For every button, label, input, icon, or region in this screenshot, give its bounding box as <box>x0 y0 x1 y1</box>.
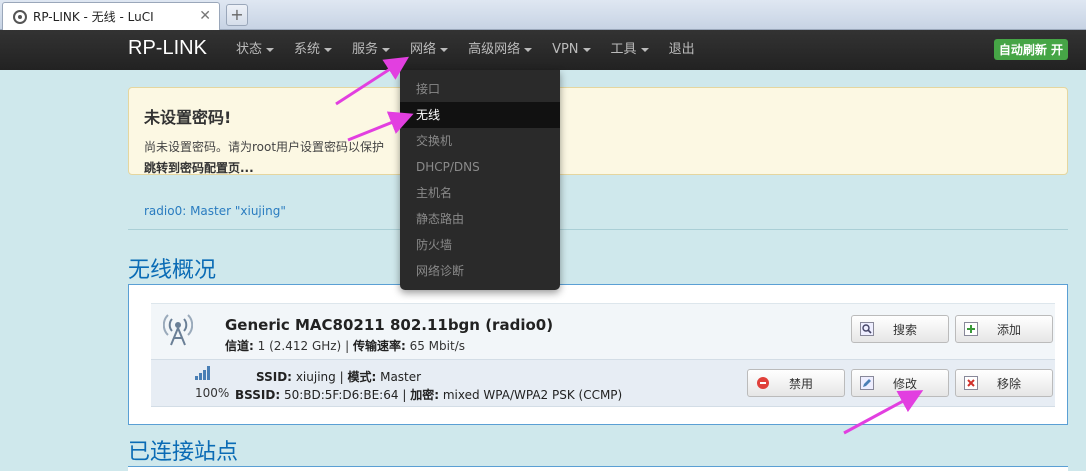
browser-tab-strip: RP-LINK - 无线 - LuCI ✕ + <box>0 0 1086 30</box>
scan-button[interactable]: 搜索 <box>851 315 949 343</box>
menu-services[interactable]: 服务 <box>352 30 391 70</box>
menu-label: 网络 <box>410 42 437 57</box>
edit-icon <box>860 376 874 390</box>
menu-label: VPN <box>552 42 579 57</box>
wireless-overview-panel: Generic MAC80211 802.11bgn (radio0) 信道: … <box>128 284 1068 425</box>
dropdown-item-firewall[interactable]: 防火墙 <box>400 232 560 258</box>
menu-advanced-network[interactable]: 高级网络 <box>468 30 533 70</box>
menu-label: 工具 <box>610 42 637 57</box>
caret-down-icon <box>266 47 275 52</box>
encryption-value: mixed WPA/WPA2 PSK (CCMP) <box>442 388 623 402</box>
edit-button[interactable]: 修改 <box>851 369 949 397</box>
add-icon <box>964 322 978 336</box>
device-name: Generic MAC80211 802.11bgn (radio0) <box>225 316 554 334</box>
mode-label: 模式: <box>347 370 377 384</box>
bssid-line: BSSID: 50:BD:5F:D6:BE:64 | 加密: mixed WPA… <box>235 386 622 403</box>
menu-vpn[interactable]: VPN <box>552 30 591 70</box>
browser-tab-title: RP-LINK - 无线 - LuCI <box>33 10 154 24</box>
edit-label: 修改 <box>892 376 917 391</box>
caret-down-icon <box>640 47 649 52</box>
connected-stations-title: 已连接站点 <box>128 440 239 465</box>
remove-button[interactable]: 移除 <box>955 369 1053 397</box>
dropdown-item-switch[interactable]: 交换机 <box>400 128 560 154</box>
channel-value: 1 (2.412 GHz) <box>257 339 342 353</box>
menu-label: 退出 <box>668 42 695 57</box>
menu-label: 系统 <box>294 42 321 57</box>
menu-label: 服务 <box>352 42 379 57</box>
caret-down-icon <box>524 47 533 52</box>
top-navbar: RP-LINK 状态 系统 服务 网络 高级网络 VPN 工具 退出 自动刷新 … <box>0 30 1086 70</box>
browser-tab[interactable]: RP-LINK - 无线 - LuCI ✕ <box>2 2 220 30</box>
signal-strength-icon <box>195 366 210 380</box>
caret-down-icon <box>382 47 391 52</box>
favicon-icon <box>13 9 27 24</box>
remove-icon <box>964 376 978 390</box>
device-info: 信道: 1 (2.412 GHz) | 传输速率: 65 Mbit/s <box>225 337 465 354</box>
auto-refresh-toggle[interactable]: 自动刷新 开 <box>993 39 1068 60</box>
rate-value: 65 Mbit/s <box>409 339 465 353</box>
menu-tools[interactable]: 工具 <box>611 30 649 70</box>
dropdown-item-hostnames[interactable]: 主机名 <box>400 180 560 206</box>
dropdown-item-diagnostics[interactable]: 网络诊断 <box>400 258 560 284</box>
dropdown-item-static-routes[interactable]: 静态路由 <box>400 206 560 232</box>
scan-label: 搜索 <box>892 322 917 337</box>
password-config-link[interactable]: 跳转到密码配置页... <box>144 159 1052 176</box>
dropdown-item-wireless[interactable]: 无线 <box>400 102 560 128</box>
bssid-label: BSSID: <box>235 388 281 402</box>
connected-stations-panel <box>128 466 1068 471</box>
ssid-value: xiujing <box>295 370 336 384</box>
no-password-alert: 未设置密码! 尚未设置密码。请为root用户设置密码以保护 跳转到密码配置页..… <box>128 87 1068 175</box>
device-row: Generic MAC80211 802.11bgn (radio0) 信道: … <box>151 303 1055 359</box>
separator: | <box>339 370 344 384</box>
new-tab-button[interactable]: + <box>226 4 248 26</box>
caret-down-icon <box>582 47 591 52</box>
menu-label: 状态 <box>236 42 263 57</box>
dropdown-item-dhcp-dns[interactable]: DHCP/DNS <box>400 154 560 180</box>
antenna-icon <box>163 314 193 346</box>
brand-logo[interactable]: RP-LINK <box>128 37 207 60</box>
menu-logout[interactable]: 退出 <box>669 30 695 70</box>
disable-icon <box>757 377 769 389</box>
caret-down-icon <box>440 47 449 52</box>
radio-tab-bar: radio0: Master "xiujing" <box>128 196 1068 230</box>
caret-down-icon <box>324 47 333 52</box>
alert-body: 尚未设置密码。请为root用户设置密码以保护 <box>144 140 385 154</box>
search-icon <box>860 322 874 336</box>
mode-value: Master <box>380 370 422 384</box>
separator: | <box>345 339 350 353</box>
tab-close-icon[interactable]: ✕ <box>199 8 211 24</box>
ssid-line: SSID: xiujing | 模式: Master <box>256 368 421 385</box>
rate-label: 传输速率: <box>352 339 406 353</box>
disable-button[interactable]: 禁用 <box>747 369 845 397</box>
disable-label: 禁用 <box>788 376 813 391</box>
ssid-label: SSID: <box>256 370 292 384</box>
separator: | <box>402 388 407 402</box>
network-row: 100% SSID: xiujing | 模式: Master BSSID: 5… <box>151 359 1055 407</box>
tab-radio0[interactable]: radio0: Master "xiujing" <box>144 204 286 218</box>
add-label: 添加 <box>996 322 1021 337</box>
channel-label: 信道: <box>225 339 254 353</box>
menu-system[interactable]: 系统 <box>294 30 333 70</box>
signal-percent: 100% <box>195 386 230 400</box>
remove-label: 移除 <box>996 376 1021 391</box>
network-dropdown-menu: 接口 无线 交换机 DHCP/DNS 主机名 静态路由 防火墙 网络诊断 <box>400 70 560 290</box>
menu-label: 高级网络 <box>468 42 521 57</box>
menu-network[interactable]: 网络 <box>410 30 449 70</box>
alert-title: 未设置密码! <box>144 108 232 127</box>
dropdown-item-interfaces[interactable]: 接口 <box>400 76 560 102</box>
encryption-label: 加密: <box>410 388 439 402</box>
add-button[interactable]: 添加 <box>955 315 1053 343</box>
wireless-overview-title: 无线概况 <box>128 258 217 283</box>
main-menu: 状态 系统 服务 网络 高级网络 VPN 工具 退出 <box>236 30 715 70</box>
bssid-value: 50:BD:5F:D6:BE:64 <box>283 388 399 402</box>
menu-status[interactable]: 状态 <box>236 30 275 70</box>
